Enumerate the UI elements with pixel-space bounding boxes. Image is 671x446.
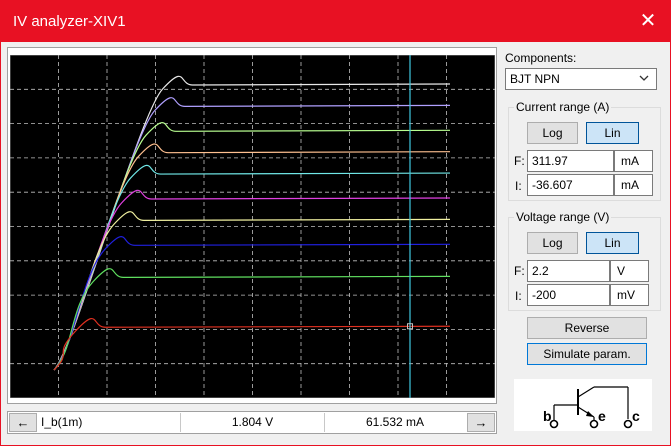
close-button[interactable]: ✕ (634, 9, 662, 35)
voltage-readout: 1.804 V (181, 413, 325, 432)
bjt-schematic: b e c (514, 379, 652, 431)
voltage-f-label: F: (514, 264, 525, 278)
current-i-label: I: (515, 179, 522, 193)
window-title: IV analyzer-XIV1 (13, 13, 126, 30)
current-range-title: Current range (A) (514, 100, 612, 114)
current-log-button[interactable]: Log (527, 122, 578, 144)
reverse-button[interactable]: Reverse (527, 317, 647, 339)
voltage-i-label: I: (515, 289, 522, 303)
status-bar: ← I_b(1m) 1.804 V 61.532 mA → (7, 411, 497, 434)
iv-analyzer-window: IV analyzer-XIV1 ✕ ← I_b(1m) 1.804 V 61.… (0, 0, 671, 446)
current-lin-button[interactable]: Lin (586, 122, 639, 144)
arrow-left-icon: ← (16, 415, 30, 430)
iv-plot[interactable] (10, 55, 495, 398)
current-readout: 61.532 mA (365, 415, 425, 429)
cursor-right-button[interactable]: → (467, 413, 495, 432)
current-f-label: F: (514, 154, 525, 168)
schematic-b-label: b (543, 408, 552, 424)
voltage-f-field[interactable]: 2.2 (527, 260, 610, 282)
current-i-field[interactable]: -36.607 (527, 174, 614, 196)
voltage-lin-button[interactable]: Lin (586, 232, 639, 254)
components-select[interactable]: BJT NPN (505, 68, 657, 90)
arrow-right-icon: → (474, 415, 488, 430)
title-bar: IV analyzer-XIV1 ✕ (1, 1, 670, 42)
current-i-unit[interactable]: mA (614, 174, 653, 196)
schematic-c-label: c (632, 408, 640, 424)
voltage-f-unit[interactable]: V (610, 260, 649, 282)
current-f-unit[interactable]: mA (614, 150, 653, 172)
curve-label-readout: I_b(1m) (39, 413, 181, 432)
voltage-log-button[interactable]: Log (527, 232, 578, 254)
components-selected-value: BJT NPN (510, 72, 560, 86)
close-icon: ✕ (639, 10, 657, 32)
cursor-left-button[interactable]: ← (9, 413, 37, 432)
voltage-i-field[interactable]: -200 (527, 284, 610, 306)
voltage-range-title: Voltage range (V) (514, 210, 612, 224)
chevron-down-icon (639, 75, 649, 81)
current-f-field[interactable]: 311.97 (527, 150, 614, 172)
voltage-i-unit[interactable]: mV (610, 284, 649, 306)
schematic-e-label: e (598, 408, 606, 424)
simulate-param-button[interactable]: Simulate param. (527, 343, 647, 365)
components-label: Components: (505, 51, 577, 65)
